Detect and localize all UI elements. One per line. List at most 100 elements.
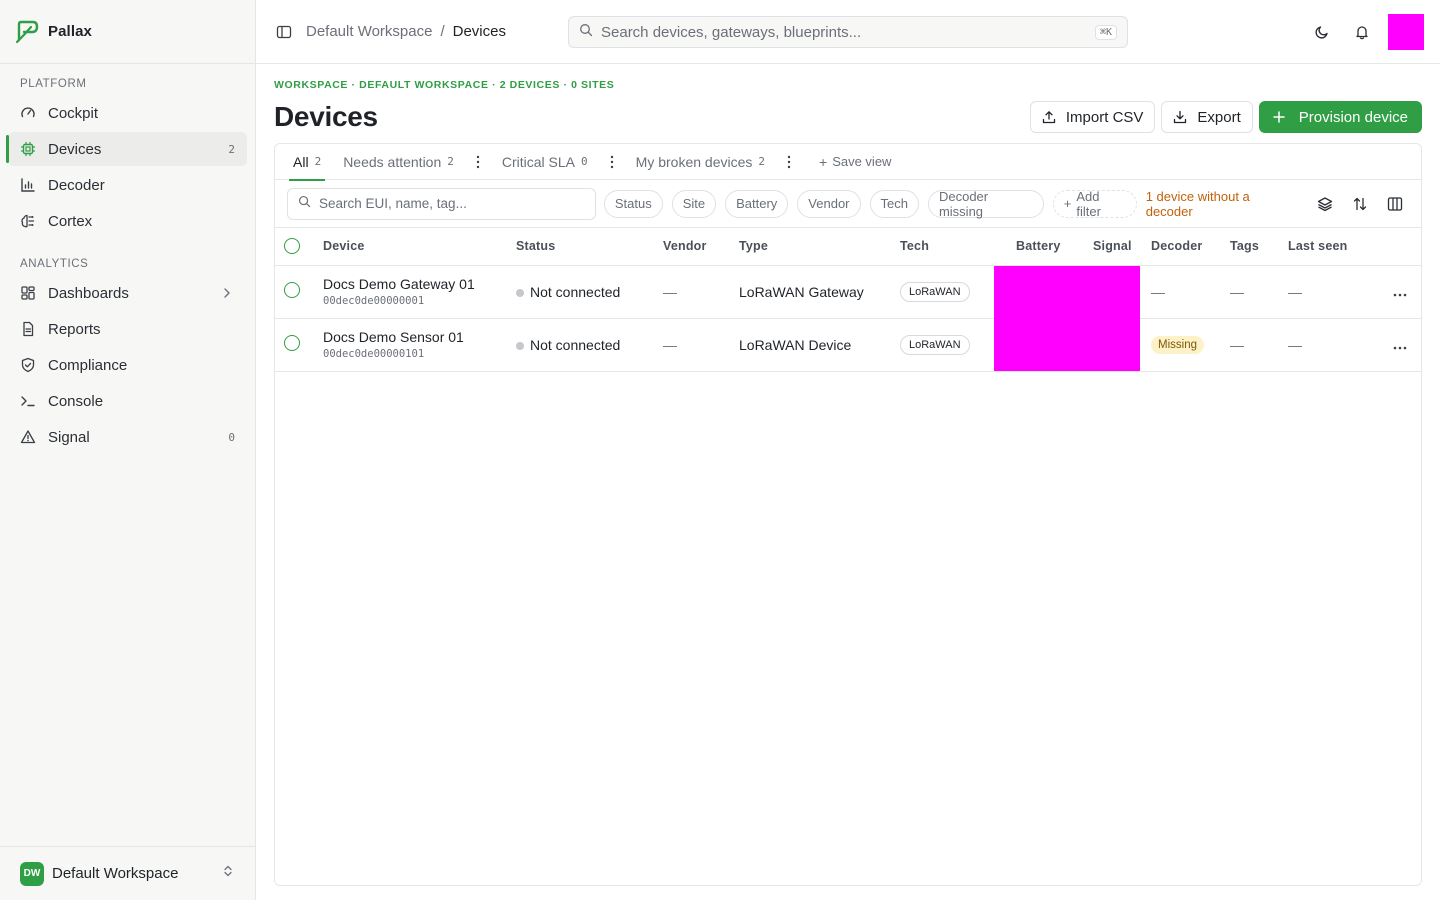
columns-icon[interactable] <box>1382 190 1409 218</box>
sidebar-item-compliance[interactable]: Compliance <box>8 348 247 382</box>
filter-chip-decoder-missing[interactable]: Decoder missing <box>927 189 1044 219</box>
column-header-type[interactable]: Type <box>739 228 900 266</box>
sidebar-item-decoder[interactable]: Decoder <box>8 168 247 202</box>
theme-toggle-moon-icon[interactable] <box>1304 14 1340 50</box>
tab-menu-kebab-icon[interactable] <box>779 152 799 172</box>
page-eyebrow: WORKSPACE · DEFAULT WORKSPACE · 2 DEVICE… <box>274 79 615 91</box>
status-cell: Not connected <box>516 318 663 372</box>
row-actions-cell <box>1373 318 1421 372</box>
sidebar-toggle-icon[interactable] <box>274 22 294 42</box>
device-eui: 00dec0de00000101 <box>323 348 425 360</box>
nav-section-analytics: ANALYTICS <box>20 258 89 270</box>
save-view-label: Save view <box>832 154 892 169</box>
sidebar-item-dashboards[interactable]: Dashboards <box>8 276 247 310</box>
brain-icon <box>20 213 36 229</box>
provision-device-button[interactable]: Provision device <box>1258 101 1422 133</box>
status-dot <box>516 341 524 350</box>
topbar-actions <box>1300 14 1424 50</box>
tab-all[interactable]: All 2 <box>285 144 329 181</box>
workspace-name: Default Workspace <box>52 865 179 882</box>
table-search[interactable] <box>287 187 596 220</box>
filter-chip-tech[interactable]: Tech <box>869 189 919 218</box>
sidebar-item-devices[interactable]: Devices 2 <box>6 132 247 166</box>
tech-badge: LoRaWAN <box>900 334 970 355</box>
plus-icon: + <box>819 153 828 170</box>
tab-critical-sla[interactable]: Critical SLA 0 <box>494 144 596 180</box>
breadcrumb-current: Devices <box>452 23 506 40</box>
device-cell[interactable]: Docs Demo Sensor 01 00dec0de00000101 <box>323 318 516 372</box>
select-all-checkbox[interactable] <box>284 237 300 254</box>
column-header-battery[interactable]: Battery <box>994 228 1073 266</box>
table-search-input[interactable] <box>319 196 585 211</box>
devices-table: Device Status Vendor Type Tech Battery S… <box>275 228 1421 372</box>
bar-chart-icon <box>20 177 36 193</box>
table-row[interactable]: Docs Demo Gateway 01 00dec0de00000001 No… <box>275 265 1421 319</box>
column-header-signal[interactable]: Signal <box>1073 228 1140 266</box>
sidebar-item-reports[interactable]: Reports <box>8 312 247 346</box>
device-name[interactable]: Docs Demo Gateway 01 <box>323 276 516 292</box>
decoder-cell: Missing <box>1140 318 1230 372</box>
filter-chip-vendor[interactable]: Vendor <box>797 189 861 218</box>
nav-section-platform: PLATFORM <box>20 78 87 90</box>
sidebar-item-count: 2 <box>228 142 235 156</box>
device-cell[interactable]: Docs Demo Gateway 01 00dec0de00000001 <box>323 265 516 319</box>
device-name[interactable]: Docs Demo Sensor 01 <box>323 329 516 345</box>
import-csv-button[interactable]: Import CSV <box>1029 101 1156 133</box>
global-search-input[interactable] <box>601 23 1095 41</box>
battery-signal-placeholder <box>994 265 1140 319</box>
filter-chip-battery[interactable]: Battery <box>725 189 789 218</box>
row-menu-ellipsis-icon[interactable] <box>1393 337 1407 353</box>
sidebar-item-count: 0 <box>228 430 235 444</box>
breadcrumb-workspace[interactable]: Default Workspace <box>306 23 432 40</box>
search-icon <box>579 23 593 42</box>
pallax-logo-icon <box>15 20 39 43</box>
column-header-decoder[interactable]: Decoder <box>1140 228 1230 266</box>
sidebar-item-label: Cockpit <box>48 104 99 122</box>
export-button[interactable]: Export <box>1161 101 1253 133</box>
tab-menu-kebab-icon[interactable] <box>468 152 488 172</box>
save-view-button[interactable]: + Save view <box>819 154 891 170</box>
sort-icon[interactable] <box>1347 190 1374 218</box>
table-row[interactable]: Docs Demo Sensor 01 00dec0de00000101 Not… <box>275 318 1421 372</box>
add-filter-button[interactable]: + Add filter <box>1052 189 1137 219</box>
notifications-bell-icon[interactable] <box>1344 14 1380 50</box>
row-menu-ellipsis-icon[interactable] <box>1393 284 1407 300</box>
user-avatar[interactable] <box>1388 14 1424 50</box>
column-header-vendor[interactable]: Vendor <box>663 228 739 266</box>
column-header-last-seen[interactable]: Last seen <box>1288 228 1373 266</box>
tab-menu-kebab-icon[interactable] <box>602 152 622 172</box>
select-all-header <box>275 228 323 266</box>
sidebar-item-cockpit[interactable]: Cockpit <box>8 96 247 130</box>
sidebar-item-signal[interactable]: Signal 0 <box>8 420 247 454</box>
filter-chip-status[interactable]: Status <box>603 189 663 218</box>
type-cell: LoRaWAN Device <box>739 318 900 372</box>
workspace-avatar: DW <box>20 861 44 886</box>
table-header-row: Device Status Vendor Type Tech Battery S… <box>275 228 1421 266</box>
tab-needs-attention[interactable]: Needs attention 2 <box>335 144 462 180</box>
column-header-tech[interactable]: Tech <box>900 228 994 266</box>
row-checkbox[interactable] <box>284 282 300 298</box>
topbar: Default Workspace / Devices ⌘K <box>256 0 1440 64</box>
sidebar-item-cortex[interactable]: Cortex <box>8 204 247 238</box>
chevron-right-icon[interactable] <box>219 285 235 301</box>
column-header-status[interactable]: Status <box>516 228 663 266</box>
filter-bar: Status Site Battery Vendor Tech Decoder … <box>275 180 1421 228</box>
workspace-switcher[interactable]: DW Default Workspace <box>0 846 255 900</box>
filter-chip-site[interactable]: Site <box>671 189 717 218</box>
tab-count: 2 <box>758 155 765 168</box>
last-seen-cell: — <box>1288 265 1373 319</box>
decoder-missing-badge: Missing <box>1151 336 1204 354</box>
layers-icon[interactable] <box>1312 190 1339 218</box>
sidebar-item-console[interactable]: Console <box>8 384 247 418</box>
column-header-tags[interactable]: Tags <box>1230 228 1288 266</box>
sidebar-item-label: Signal <box>48 428 90 446</box>
decoder-warning-link[interactable]: 1 device without a decoder <box>1146 189 1296 219</box>
status-text: Not connected <box>530 283 621 300</box>
global-search[interactable]: ⌘K <box>568 16 1128 48</box>
column-header-device[interactable]: Device <box>323 228 516 266</box>
tab-my-broken-devices[interactable]: My broken devices 2 <box>628 144 773 180</box>
brand[interactable]: Pallax <box>0 0 255 64</box>
search-icon <box>298 195 311 213</box>
document-icon <box>20 321 36 337</box>
row-checkbox[interactable] <box>284 335 300 351</box>
